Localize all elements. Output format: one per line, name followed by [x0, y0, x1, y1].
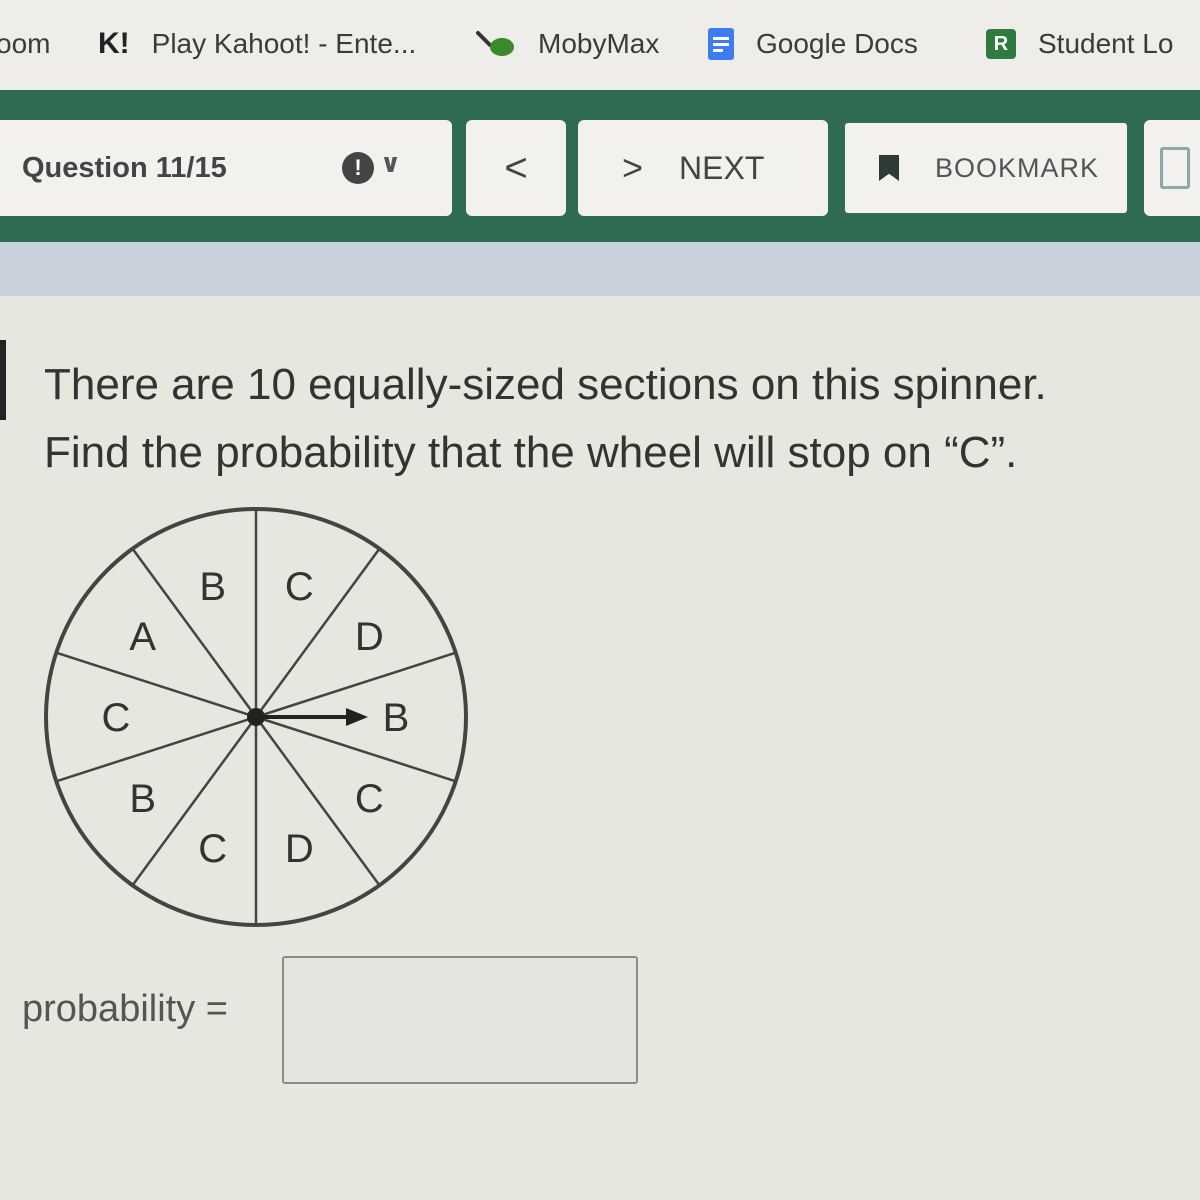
bookmarks-bar: oom K! Play Kahoot! - Ente... MobyMax Go…: [0, 0, 1200, 90]
spinner-section-label: D: [355, 615, 384, 659]
chevron-right-icon: >: [622, 147, 644, 188]
next-label: NEXT: [679, 149, 765, 186]
spinner-section-label: D: [285, 827, 314, 871]
spinner-divider: [255, 715, 457, 783]
chevron-down-icon: ∨: [380, 148, 402, 178]
r-icon: R: [986, 29, 1016, 59]
bookmark-classroom[interactable]: oom: [0, 24, 50, 64]
question-selector[interactable]: Question 11/15 ! ∨: [0, 120, 452, 216]
spinner-section-label: A: [129, 615, 156, 659]
flag-icon: !: [342, 152, 374, 184]
bookmark-label: oom: [0, 28, 51, 59]
spinner-section-label: C: [355, 777, 384, 821]
spinner-divider: [55, 715, 257, 783]
spinner-section-label: C: [102, 696, 131, 740]
calculator-button[interactable]: [1144, 120, 1200, 216]
google-docs-icon: [708, 28, 734, 60]
previous-button[interactable]: <: [466, 120, 566, 216]
probability-input[interactable]: [282, 956, 638, 1084]
question-marker: [0, 340, 6, 420]
question-counter: Question 11/15: [22, 151, 227, 184]
bookmark-student-login[interactable]: R Student Lo: [986, 24, 1173, 64]
spinner-divider: [55, 651, 257, 719]
bookmark-label: Play Kahoot! - Ente...: [151, 28, 417, 59]
chevron-left-icon: <: [504, 145, 528, 190]
question-text-line1: There are 10 equally-sized sections on t…: [44, 360, 1047, 409]
calculator-icon: [1160, 147, 1190, 189]
spinner-section-label: C: [198, 827, 227, 871]
bookmark-label: Google Docs: [756, 28, 918, 59]
spinner-pointer: [247, 708, 368, 726]
spinner-section-label: C: [285, 565, 314, 609]
probability-label: probability =: [22, 988, 228, 1030]
bookmark-button[interactable]: BOOKMARK: [842, 120, 1130, 216]
next-button[interactable]: > NEXT: [578, 120, 828, 216]
bookmark-mobymax[interactable]: MobyMax: [476, 24, 659, 64]
kahoot-icon: K!: [98, 27, 130, 60]
spinner-section-label: B: [129, 777, 156, 821]
spinner-section-label: B: [383, 696, 410, 740]
bookmark-label: BOOKMARK: [935, 152, 1100, 183]
bookmark-kahoot[interactable]: K! Play Kahoot! - Ente...: [98, 24, 416, 64]
mobymax-icon: [476, 29, 516, 59]
spinner-section-label: B: [199, 565, 226, 609]
spinner-wheel: CDBCDCBCAB: [44, 507, 468, 927]
bookmark-label: Student Lo: [1038, 28, 1174, 59]
spinner-divider: [255, 651, 457, 719]
bookmark-icon: [879, 155, 899, 181]
question-toolbar: Question 11/15 ! ∨ < > NEXT BOOKMARK: [0, 90, 1200, 242]
header-band: [0, 242, 1200, 296]
bookmark-label: MobyMax: [538, 28, 660, 59]
bookmark-google-docs[interactable]: Google Docs: [708, 24, 918, 64]
